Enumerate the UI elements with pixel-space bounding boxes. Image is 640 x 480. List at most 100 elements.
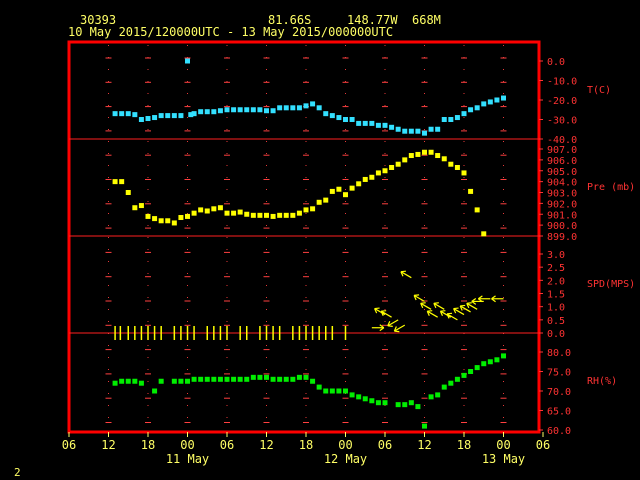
- pressure-point: [191, 210, 197, 216]
- temperature-point: [408, 128, 414, 134]
- temperature-point: [152, 115, 158, 121]
- y-tick-label: 1.5: [547, 290, 565, 301]
- humidity-point: [468, 369, 474, 374]
- temperature-point: [191, 111, 197, 117]
- temperature-point: [198, 109, 204, 115]
- wind-barb-head: [440, 310, 446, 312]
- humidity-point: [237, 376, 243, 382]
- humidity-point: [454, 376, 460, 382]
- wind-barb-head: [453, 307, 459, 310]
- pressure-point: [145, 213, 151, 219]
- pressure-point: [448, 161, 454, 167]
- humidity-point: [336, 388, 342, 394]
- pressure-point: [362, 176, 368, 182]
- temperature-point: [369, 120, 375, 126]
- pressure-point: [474, 207, 480, 213]
- humidity-point: [217, 376, 223, 382]
- pressure-point: [165, 218, 171, 224]
- humidity-point: [138, 380, 144, 386]
- pressure-point: [310, 206, 316, 212]
- page-number: 2: [14, 466, 21, 479]
- humidity-point: [125, 378, 131, 384]
- y-tick-label: 60.0: [547, 426, 571, 437]
- pressure-point: [389, 164, 395, 170]
- temperature-point: [270, 108, 276, 114]
- pressure-point: [402, 157, 408, 163]
- pressure-point: [132, 205, 138, 211]
- humidity-point: [461, 372, 467, 378]
- temperature-point: [422, 130, 427, 136]
- humidity-point: [191, 376, 197, 382]
- y-tick-label: 899.0: [547, 232, 577, 243]
- humidity-point: [296, 374, 302, 380]
- pressure-point: [375, 170, 381, 176]
- temperature-point: [250, 107, 256, 113]
- temperature-point: [283, 105, 289, 111]
- temperature-point: [231, 107, 237, 113]
- pressure-point: [435, 153, 441, 159]
- y-tick-label: -30.0: [547, 116, 577, 127]
- pressure-point: [125, 190, 131, 195]
- temperature-point: [415, 128, 421, 134]
- y-tick-label: 65.0: [547, 407, 571, 418]
- humidity-point: [119, 378, 125, 384]
- y-tick-label: 3.0: [547, 250, 565, 261]
- humidity-point: [185, 378, 190, 384]
- humidity-point: [487, 359, 493, 365]
- temperature-point: [494, 97, 500, 103]
- pressure-point: [257, 212, 263, 218]
- pressure-point: [349, 185, 355, 191]
- pressure-point: [244, 211, 250, 217]
- y-tick-label: 905.0: [547, 167, 577, 178]
- temperature-point: [119, 111, 125, 117]
- humidity-point: [474, 365, 480, 371]
- wind-barb-head: [394, 330, 400, 333]
- y-tick-label: 903.0: [547, 189, 577, 200]
- pressure-point: [224, 210, 230, 216]
- background: [0, 0, 640, 480]
- pressure-point: [283, 212, 289, 218]
- x-tick-label: 00: [338, 438, 352, 452]
- pressure-point: [119, 179, 125, 185]
- humidity-point: [231, 376, 237, 382]
- temperature-point: [316, 105, 322, 111]
- pressure-point: [290, 212, 296, 218]
- temperature-point: [323, 111, 329, 117]
- temperature-point: [448, 117, 454, 122]
- y-tick-label: 906.0: [547, 156, 577, 167]
- x-tick-label: 18: [141, 438, 155, 452]
- x-tick-label: 06: [536, 438, 550, 452]
- pressure-point: [303, 207, 309, 213]
- pressure-point: [204, 208, 210, 214]
- temperature-point: [382, 122, 388, 128]
- humidity-point: [501, 353, 506, 359]
- pressure-point: [158, 218, 164, 224]
- temperature-point: [171, 113, 177, 119]
- humidity-point: [481, 361, 487, 367]
- temperature-point: [158, 113, 164, 119]
- humidity-point: [257, 374, 263, 380]
- temperature-point: [395, 126, 401, 132]
- pressure-point: [264, 212, 269, 218]
- x-tick-label: 06: [62, 438, 76, 452]
- temperature-point: [138, 117, 144, 122]
- temperature-point: [356, 120, 362, 126]
- pressure-point: [382, 168, 388, 174]
- humidity-point: [349, 392, 355, 398]
- y-tick-label: 900.0: [547, 221, 577, 232]
- pressure-point: [343, 192, 348, 198]
- y-tick-label: 0.0: [547, 329, 565, 340]
- humidity-point: [277, 376, 283, 382]
- wind-barb-head: [387, 325, 393, 327]
- pressure-point: [461, 170, 467, 176]
- temperature-point: [329, 113, 335, 119]
- wind-barb-head: [374, 307, 380, 310]
- pressure-point: [316, 199, 322, 205]
- humidity-point: [171, 378, 177, 384]
- y-tick-label: 901.0: [547, 210, 577, 221]
- humidity-point: [290, 376, 296, 382]
- humidity-point: [204, 376, 210, 382]
- wind-barb-head: [433, 302, 439, 304]
- humidity-point: [211, 376, 217, 382]
- pressure-point: [112, 179, 118, 185]
